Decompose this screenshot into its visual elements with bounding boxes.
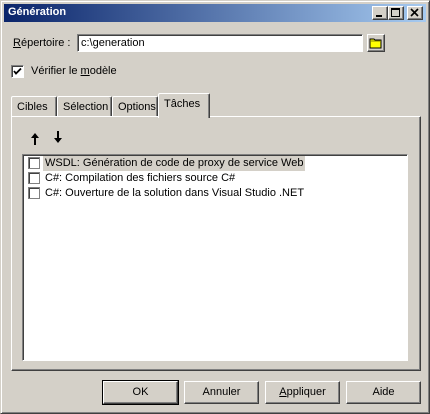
task-checkbox[interactable] — [28, 157, 40, 169]
folder-icon — [369, 38, 382, 49]
tab-selection[interactable]: Sélection — [57, 96, 112, 117]
checkmark-icon — [13, 67, 22, 75]
minimize-icon — [376, 15, 382, 17]
tasks-panel: WSDL: Génération de code de proxy de ser… — [11, 116, 421, 371]
browse-button[interactable] — [367, 34, 385, 52]
close-icon — [410, 8, 419, 17]
tab-strip: Cibles Sélection Options Tâches — [11, 93, 421, 118]
task-label: C#: Compilation des fichiers source C# — [45, 172, 236, 184]
tab-cibles[interactable]: Cibles — [11, 96, 57, 117]
arrow-down-icon — [54, 131, 62, 143]
title-bar[interactable]: Génération — [4, 4, 426, 22]
window-title: Génération — [8, 6, 67, 18]
task-checkbox[interactable] — [28, 187, 40, 199]
move-down-button[interactable] — [49, 129, 67, 147]
move-up-button[interactable] — [26, 129, 44, 147]
directory-label: Répertoire : — [13, 37, 71, 49]
task-checkbox[interactable] — [28, 172, 40, 184]
cancel-button[interactable]: Annuler — [184, 381, 259, 404]
maximize-icon — [391, 8, 400, 17]
list-item[interactable]: WSDL: Génération de code de proxy de ser… — [26, 156, 404, 171]
maximize-button[interactable] — [388, 6, 404, 20]
list-item[interactable]: C#: Compilation des fichiers source C# — [26, 171, 404, 186]
list-item[interactable]: C#: Ouverture de la solution dans Visual… — [26, 186, 404, 201]
task-label: C#: Ouverture de la solution dans Visual… — [45, 187, 305, 199]
generation-dialog: Génération Répertoire : c:\generation Vé… — [0, 0, 430, 414]
tab-options[interactable]: Options — [112, 96, 158, 117]
apply-button[interactable]: Appliquer — [265, 381, 340, 404]
verify-model-checkbox[interactable] — [11, 65, 24, 78]
verify-model-label[interactable]: Vérifier le modèle — [31, 65, 117, 77]
minimize-button[interactable] — [372, 6, 388, 20]
directory-input[interactable]: c:\generation — [77, 34, 363, 52]
arrow-up-icon — [31, 133, 39, 145]
help-button[interactable]: Aide — [346, 381, 421, 404]
task-label: WSDL: Génération de code de proxy de ser… — [43, 156, 306, 171]
ok-button[interactable]: OK — [102, 380, 179, 405]
tab-taches[interactable]: Tâches — [158, 93, 210, 118]
task-list[interactable]: WSDL: Génération de code de proxy de ser… — [22, 154, 408, 361]
close-button[interactable] — [407, 6, 423, 20]
